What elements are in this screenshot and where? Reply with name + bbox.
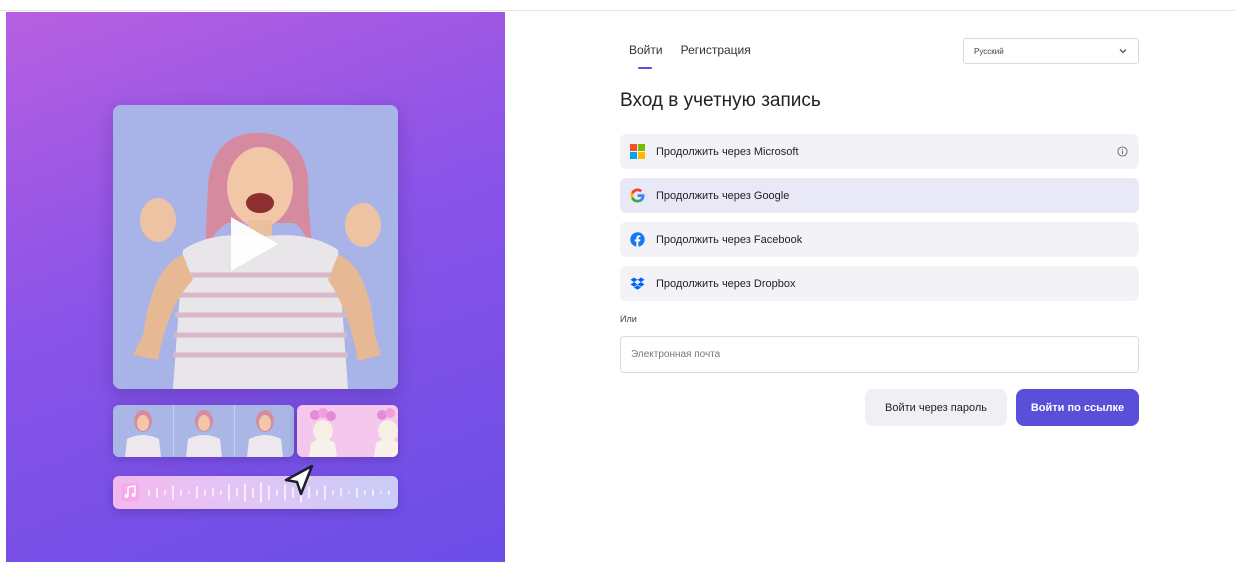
facebook-icon: [630, 232, 645, 247]
dropbox-login-label: Продолжить через Dropbox: [656, 277, 796, 290]
video-clip-strip[interactable]: [113, 405, 294, 457]
dog-clip-strip[interactable]: [297, 405, 398, 457]
facebook-login-label: Продолжить через Facebook: [656, 233, 803, 246]
link-login-button[interactable]: Войти по ссылке: [1016, 389, 1139, 426]
clip-frame: [235, 405, 294, 457]
clip-frame: [297, 405, 348, 457]
auth-tabs: Войти Регистрация: [629, 43, 751, 69]
facebook-login-button[interactable]: Продолжить через Facebook: [620, 222, 1139, 257]
language-select[interactable]: Русский: [963, 38, 1139, 64]
language-select-value: Русский: [974, 46, 1004, 56]
google-login-button[interactable]: Продолжить через Google: [620, 178, 1139, 213]
email-field[interactable]: [620, 336, 1139, 373]
clip-frame: [347, 405, 399, 457]
tab-register[interactable]: Регистрация: [681, 43, 751, 69]
password-login-button[interactable]: Войти через пароль: [865, 389, 1007, 426]
google-login-label: Продолжить через Google: [656, 189, 790, 202]
top-divider: [0, 10, 1235, 11]
cursor-arrow-icon: [284, 464, 314, 496]
promo-panel: [6, 12, 505, 562]
clip-frame: [174, 405, 235, 457]
music-note-icon: [121, 483, 139, 501]
microsoft-login-button[interactable]: Продолжить через Microsoft: [620, 134, 1139, 169]
dropbox-login-button[interactable]: Продолжить через Dropbox: [620, 266, 1139, 301]
microsoft-icon: [630, 144, 645, 159]
tab-login[interactable]: Войти: [629, 43, 663, 69]
or-divider-label: Или: [620, 314, 637, 324]
dropbox-icon: [630, 277, 645, 290]
page-title: Вход в учетную запись: [620, 90, 821, 111]
clip-frame: [113, 405, 174, 457]
microsoft-login-label: Продолжить через Microsoft: [656, 145, 799, 158]
google-icon: [630, 188, 645, 203]
video-thumbnail-illustration: [113, 105, 398, 389]
video-preview[interactable]: [113, 105, 398, 389]
chevron-down-icon: [1119, 49, 1127, 54]
info-icon[interactable]: [1117, 146, 1128, 157]
audio-track[interactable]: [113, 476, 398, 509]
audio-waveform: [148, 482, 390, 503]
